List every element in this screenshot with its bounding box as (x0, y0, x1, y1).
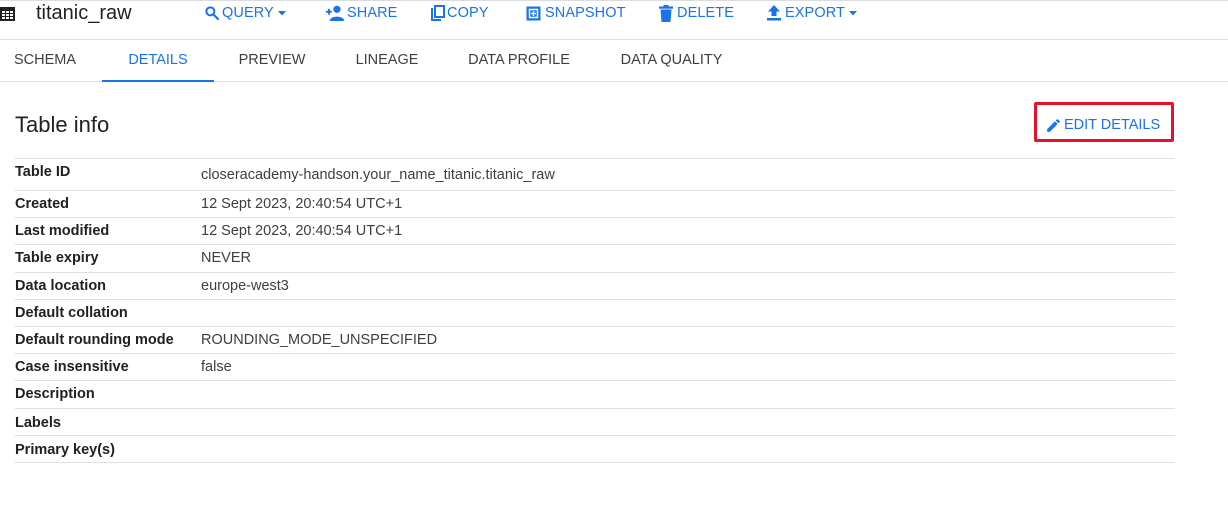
snapshot-button[interactable]: SNAPSHOT (526, 3, 626, 23)
info-label: Created (15, 196, 69, 212)
share-label: SHARE (347, 5, 398, 21)
upload-icon (767, 5, 781, 21)
tab-lineage[interactable]: LINEAGE (342, 40, 432, 81)
person-add-icon (326, 5, 345, 21)
info-value: 12 Sept 2023, 20:40:54 UTC+1 (201, 223, 403, 239)
info-row-primary-keys: Primary key(s) (15, 435, 1175, 463)
snapshot-icon (526, 6, 541, 20)
info-row-table-expiry: Table expiry NEVER (15, 244, 1175, 272)
tab-data-profile[interactable]: DATA PROFILE (458, 40, 580, 81)
snapshot-label: SNAPSHOT (545, 5, 626, 21)
edit-details-button[interactable]: EDIT DETAILS (1045, 115, 1160, 135)
info-label: Default collation (15, 305, 128, 321)
copy-label: COPY (447, 5, 489, 21)
trash-icon (659, 4, 673, 22)
info-label: Description (15, 386, 95, 402)
info-label: Last modified (15, 223, 110, 239)
export-button[interactable]: EXPORT (767, 3, 858, 23)
info-label: Table ID (15, 164, 71, 180)
info-row-description: Description (15, 380, 1175, 408)
pencil-icon (1047, 118, 1060, 132)
copy-button[interactable]: COPY (431, 3, 489, 23)
tab-data-quality[interactable]: DATA QUALITY (610, 40, 733, 81)
tab-schema[interactable]: SCHEMA (0, 40, 90, 81)
bigquery-table-details-page: titanic_raw QUERY SHARE COPY SNAPSHOT DE… (0, 0, 1228, 514)
search-icon (205, 6, 220, 21)
table-name: titanic_raw (36, 2, 132, 24)
info-label: Data location (15, 278, 107, 294)
tab-preview[interactable]: PREVIEW (228, 40, 316, 81)
info-row-created: Created 12 Sept 2023, 20:40:54 UTC+1 (15, 190, 1175, 217)
tab-details[interactable]: DETAILS (102, 40, 214, 82)
info-label: Labels (15, 415, 61, 431)
info-row-labels: Labels (15, 408, 1175, 435)
info-label: Default rounding mode (15, 332, 174, 348)
table-info-list: Table ID closeracademy-handson.your_name… (15, 158, 1175, 463)
caret-down-icon (848, 11, 857, 16)
info-label: Primary key(s) (15, 442, 115, 458)
info-value: NEVER (201, 250, 251, 266)
info-value: false (201, 359, 232, 375)
query-label: QUERY (222, 5, 274, 21)
info-row-last-modified: Last modified 12 Sept 2023, 20:40:54 UTC… (15, 217, 1175, 244)
info-value: ROUNDING_MODE_UNSPECIFIED (201, 332, 438, 348)
tab-bar: SCHEMA DETAILS PREVIEW LINEAGE DATA PROF… (0, 40, 1228, 82)
section-title: Table info (15, 112, 110, 137)
info-value: europe-west3 (201, 278, 289, 294)
share-button[interactable]: SHARE (326, 3, 397, 23)
delete-button[interactable]: DELETE (659, 3, 734, 23)
edit-details-label: EDIT DETAILS (1064, 117, 1161, 133)
info-row-default-collation: Default collation (15, 299, 1175, 326)
table-icon (0, 6, 16, 22)
info-row-data-location: Data location europe-west3 (15, 272, 1175, 299)
table-toolbar: titanic_raw QUERY SHARE COPY SNAPSHOT DE… (0, 0, 1228, 40)
copy-icon (431, 5, 445, 21)
caret-down-icon (277, 11, 286, 16)
info-label: Table expiry (15, 250, 99, 266)
query-button[interactable]: QUERY (204, 3, 287, 23)
info-row-case-insensitive: Case insensitive false (15, 353, 1175, 380)
info-row-table-id: Table ID closeracademy-handson.your_name… (15, 158, 1175, 190)
info-value: 12 Sept 2023, 20:40:54 UTC+1 (201, 196, 403, 212)
info-row-default-rounding-mode: Default rounding mode ROUNDING_MODE_UNSP… (15, 326, 1175, 353)
export-label: EXPORT (785, 5, 845, 21)
info-label: Case insensitive (15, 359, 129, 375)
info-value: closeracademy-handson.your_name_titanic.… (201, 167, 555, 183)
delete-label: DELETE (677, 5, 735, 21)
